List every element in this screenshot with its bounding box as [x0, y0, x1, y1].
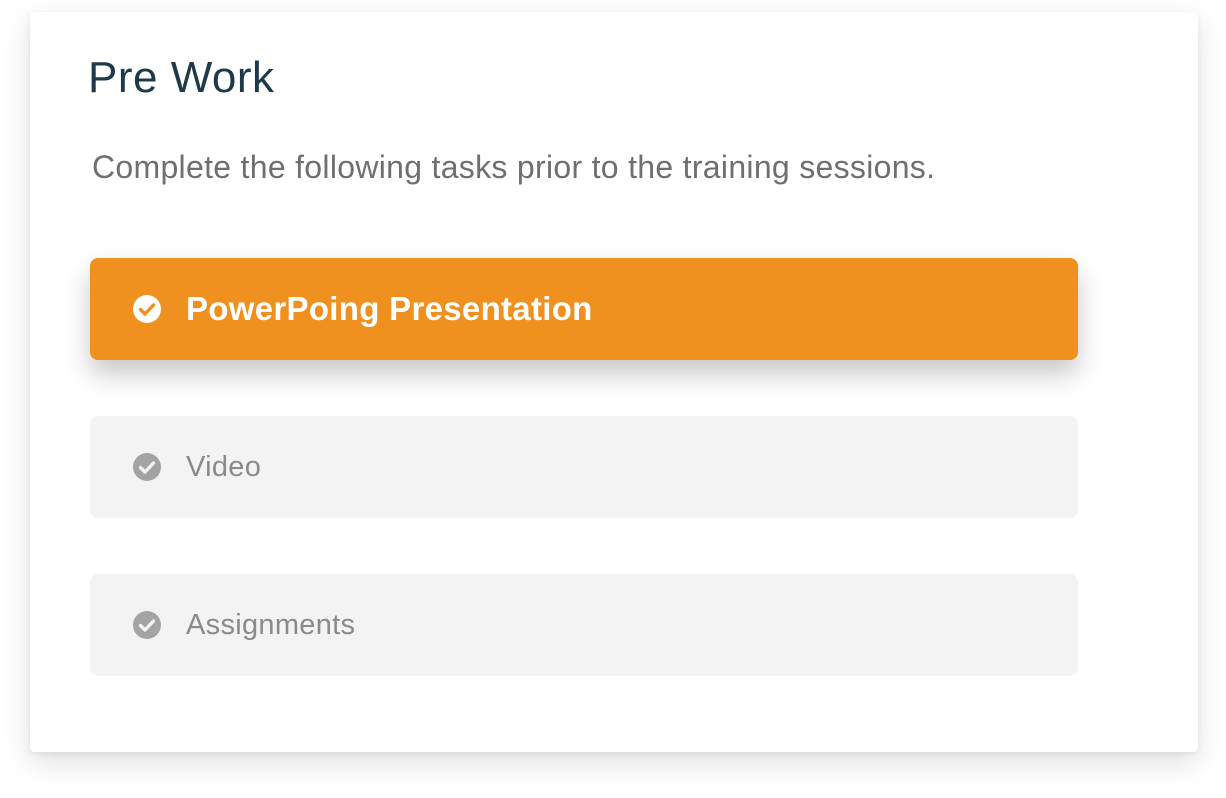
- pre-work-card: Pre Work Complete the following tasks pr…: [30, 12, 1198, 752]
- task-label: Assignments: [186, 608, 356, 641]
- check-circle-icon: [132, 452, 162, 482]
- task-item-powerpoint-presentation[interactable]: PowerPoing Presentation: [90, 258, 1078, 360]
- card-title: Pre Work: [88, 53, 275, 102]
- check-circle-icon: [132, 610, 162, 640]
- check-circle-icon: [132, 294, 162, 324]
- task-label: Video: [186, 450, 262, 483]
- task-label: PowerPoing Presentation: [186, 290, 593, 327]
- task-item-assignments[interactable]: Assignments: [90, 574, 1078, 676]
- task-item-video[interactable]: Video: [90, 416, 1078, 518]
- card-description: Complete the following tasks prior to th…: [92, 149, 936, 185]
